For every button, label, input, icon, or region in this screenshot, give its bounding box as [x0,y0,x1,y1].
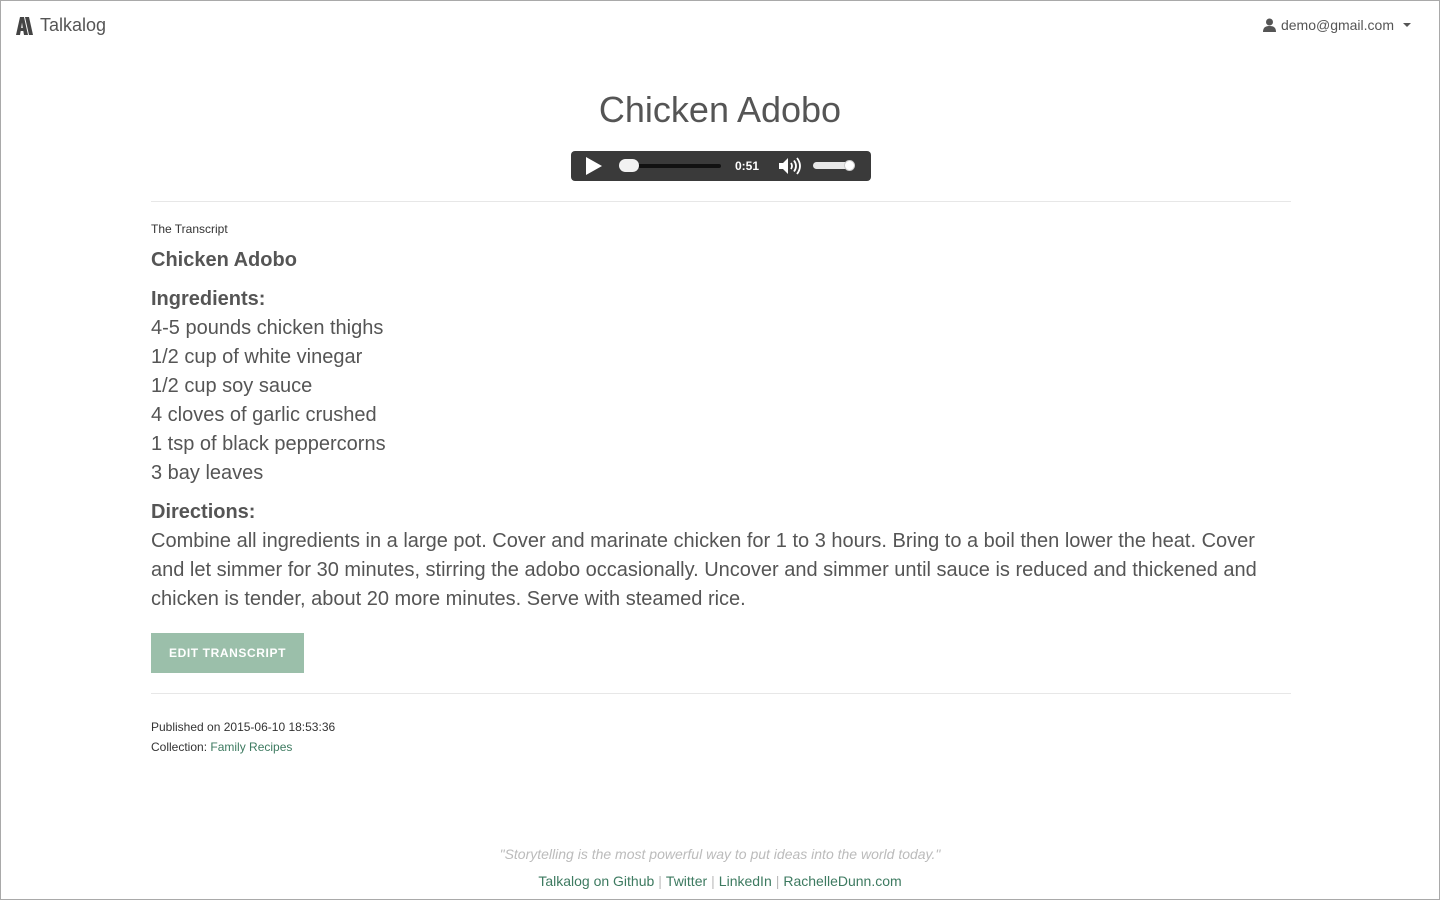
ingredient-item: 4-5 pounds chicken thighs [151,317,384,339]
volume-handle[interactable] [844,160,855,171]
ingredient-item: 1/2 cup of white vinegar [151,346,363,368]
collection-prefix: Collection: [151,740,211,754]
user-menu-dropdown[interactable]: demo@gmail.com [1262,17,1411,33]
directions-heading: Directions: [151,501,256,523]
transcript-label: The Transcript [151,222,228,236]
divider [151,201,1291,202]
footer-quote: "Storytelling is the most powerful way t… [499,846,941,862]
ingredients-section: Ingredients: 4-5 pounds chicken thighs 1… [151,285,1291,488]
publish-meta: Published on 2015-06-10 18:53:36 Collect… [151,717,335,757]
page-title: Chicken Adobo [598,89,842,130]
talkalog-logo-icon [16,16,33,35]
brand-link[interactable]: Talkalog [14,15,106,36]
separator: | [711,873,715,889]
footer-links: Talkalog on Github | Twitter | LinkedIn | Rach… [1,873,1439,889]
directions-text: Combine all ingredients in a large pot. … [151,530,1257,610]
ingredient-item: 3 bay leaves [151,462,264,484]
top-navbar: Talkalog demo@gmail.com [1,1,1439,53]
volume-icon[interactable] [778,157,802,175]
chevron-down-icon [1403,23,1411,27]
user-email: demo@gmail.com [1280,17,1394,33]
separator: | [775,873,780,889]
user-icon [1262,18,1276,32]
ingredient-item: 1 tsp of black peppercorns [151,433,386,455]
play-icon[interactable] [586,157,602,175]
audio-player: 0:51 [571,151,871,181]
twitter-link[interactable]: Twitter [666,873,707,889]
linkedin-link[interactable]: LinkedIn [719,873,772,889]
brand-name: Talkalog [40,15,107,35]
divider [151,693,1291,694]
ingredients-heading: Ingredients: [151,288,266,310]
published-prefix: Published on [151,720,224,734]
collection-line: Collection: Family Recipes [151,737,335,757]
edit-transcript-button[interactable]: EDIT TRANSCRIPT [151,633,304,673]
directions-section: Directions: Combine all ingredients in a… [151,498,1291,614]
published-line: Published on 2015-06-10 18:53:36 [151,717,335,737]
collection-link[interactable]: Family Recipes [210,740,292,754]
time-display: 0:51 [735,159,760,173]
transcript-heading: Chicken Adobo [151,249,297,271]
ingredient-item: 1/2 cup soy sauce [151,375,313,397]
seek-handle[interactable] [619,159,639,172]
published-date: 2015-06-10 18:53:36 [223,720,336,734]
github-link[interactable]: Talkalog on Github [538,873,654,889]
transcript-body: Chicken Adobo Ingredients: 4-5 pounds ch… [151,246,1291,614]
separator: | [658,873,662,889]
ingredient-item: 4 cloves of garlic crushed [151,404,377,426]
website-link[interactable]: RachelleDunn.com [783,873,901,889]
